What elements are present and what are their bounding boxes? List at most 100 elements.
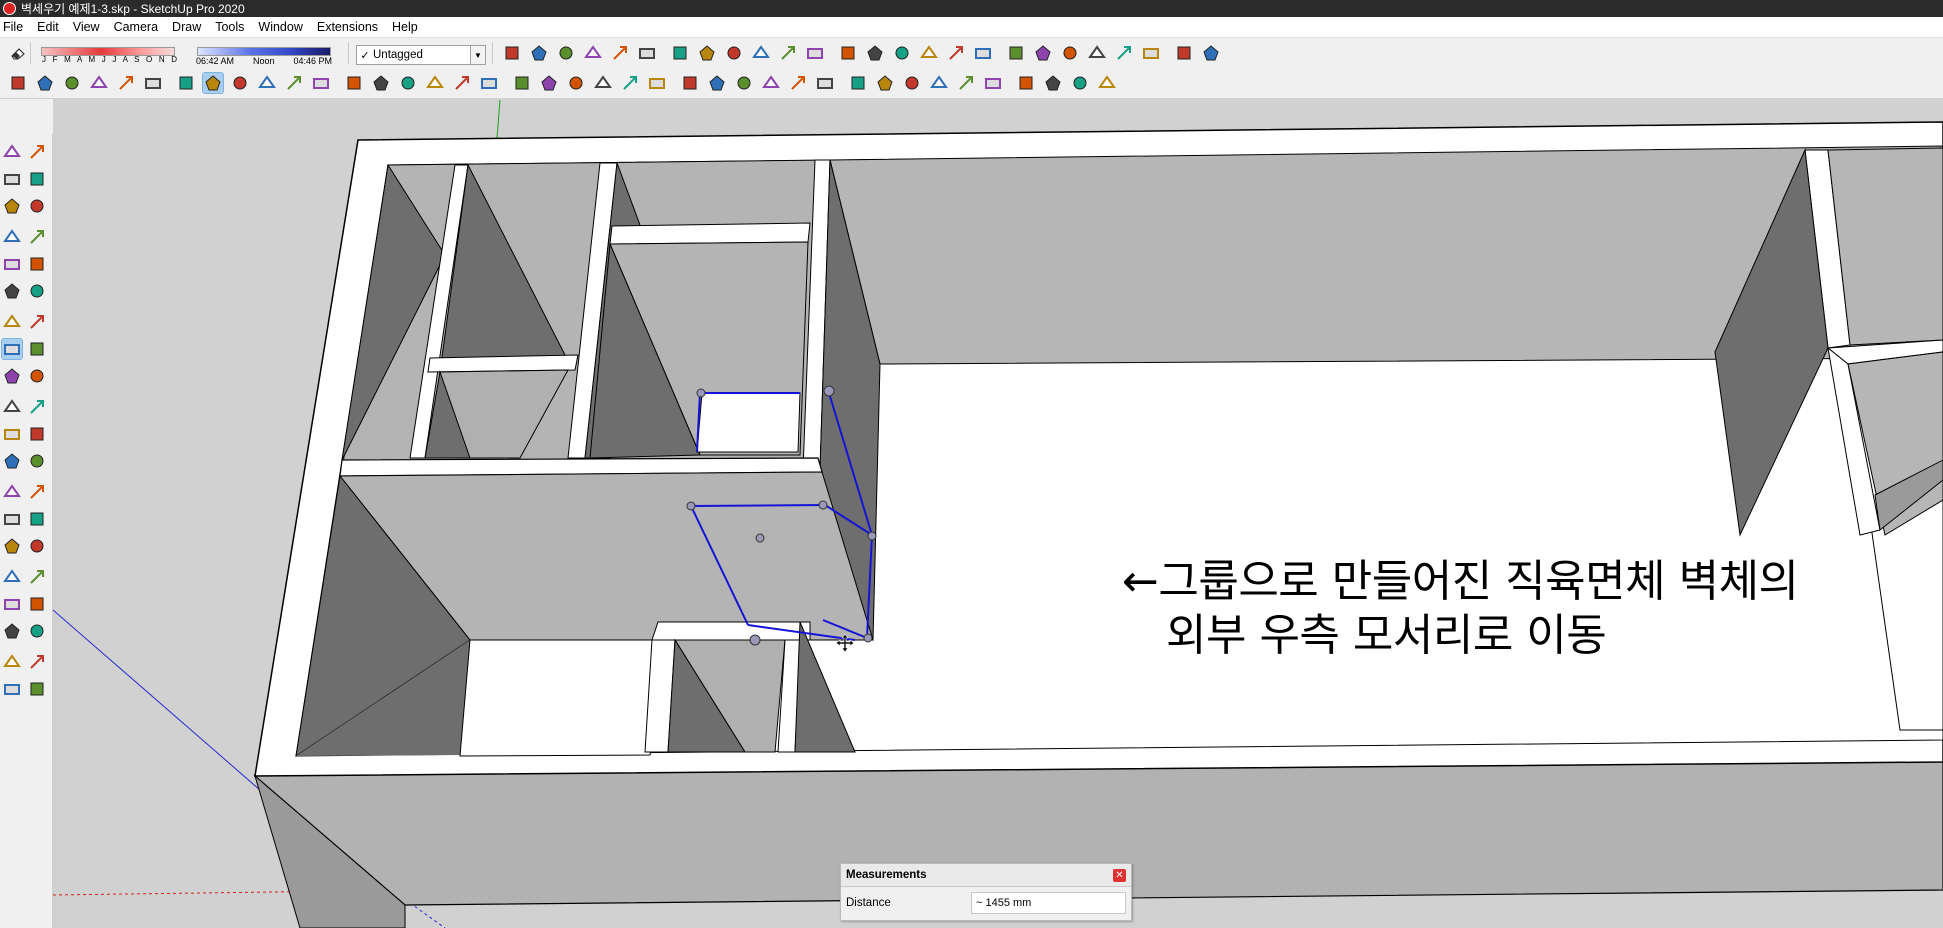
rotated-rectangle-icon[interactable]: [27, 227, 47, 247]
house-icon[interactable]: [647, 73, 667, 93]
push-pull-icon[interactable]: [27, 339, 47, 359]
menu-edit[interactable]: Edit: [30, 17, 66, 37]
back-edges-icon[interactable]: [637, 43, 657, 63]
warehouse-icon[interactable]: [1201, 43, 1221, 63]
eraser-icon[interactable]: [502, 43, 522, 63]
shaded-icon[interactable]: [724, 43, 744, 63]
pan-icon[interactable]: [1006, 43, 1026, 63]
polygon-icon[interactable]: [27, 254, 47, 274]
section-plane-icon[interactable]: [529, 43, 549, 63]
eraser-icon[interactable]: [35, 73, 55, 93]
offset-icon[interactable]: [27, 397, 47, 417]
extension-warehouse-icon[interactable]: [512, 73, 532, 93]
zoom-extents-icon[interactable]: [2, 567, 22, 587]
ruby-icon[interactable]: [539, 73, 559, 93]
paint-bucket-icon[interactable]: [2, 169, 22, 189]
text-icon[interactable]: [311, 73, 331, 93]
previous-view-icon[interactable]: [27, 567, 47, 587]
push-pull-icon[interactable]: [143, 73, 163, 93]
three-point-arc-icon[interactable]: [2, 312, 22, 332]
orbit-icon[interactable]: [371, 73, 391, 93]
menu-view[interactable]: View: [66, 17, 107, 37]
rotate-icon[interactable]: [2, 366, 22, 386]
zoom-window-icon[interactable]: [27, 536, 47, 556]
menu-file[interactable]: File: [0, 17, 30, 37]
tag-selector[interactable]: ✓ Untagged ▼: [356, 45, 486, 65]
door-icon[interactable]: [680, 73, 700, 93]
position-camera-icon[interactable]: [1114, 43, 1134, 63]
monochrome-icon[interactable]: [778, 43, 798, 63]
orbit-icon[interactable]: [2, 509, 22, 529]
walk-icon[interactable]: [1174, 43, 1194, 63]
scale-icon[interactable]: [257, 73, 277, 93]
display-section-cuts-icon[interactable]: [583, 43, 603, 63]
rectangle-icon[interactable]: [116, 73, 136, 93]
camera-icon[interactable]: [1097, 73, 1117, 93]
pencil-icon[interactable]: [62, 73, 82, 93]
ruby-icon[interactable]: [27, 679, 47, 699]
eraser-icon[interactable]: [27, 169, 47, 189]
extension-warehouse-icon[interactable]: [27, 652, 47, 672]
zoom-extents-icon[interactable]: [1087, 43, 1107, 63]
pan-icon[interactable]: [27, 509, 47, 529]
window-icon[interactable]: [707, 73, 727, 93]
layout-icon[interactable]: [902, 73, 922, 93]
back-view-icon[interactable]: [919, 43, 939, 63]
protractor-icon[interactable]: [2, 451, 22, 471]
menu-extensions[interactable]: Extensions: [310, 17, 385, 37]
fog-icon[interactable]: [1070, 73, 1090, 93]
tape-measure-icon[interactable]: [2, 424, 22, 444]
eraser-icon[interactable]: [8, 43, 28, 63]
follow-me-icon[interactable]: [176, 73, 196, 93]
subtract-icon[interactable]: [788, 73, 808, 93]
solid-tools-icon[interactable]: [734, 73, 754, 93]
freehand-icon[interactable]: [27, 196, 47, 216]
wireframe-icon[interactable]: [670, 43, 690, 63]
axes-icon[interactable]: [1016, 73, 1036, 93]
menu-tools[interactable]: Tools: [208, 17, 251, 37]
make-group-icon[interactable]: [620, 73, 640, 93]
model-viewport[interactable]: [53, 98, 1943, 928]
styles-icon[interactable]: [956, 73, 976, 93]
component-icon[interactable]: [593, 73, 613, 93]
make-component-icon[interactable]: [27, 142, 47, 162]
scale-icon[interactable]: [2, 397, 22, 417]
warehouse-icon[interactable]: [2, 652, 22, 672]
layout-icon[interactable]: [2, 679, 22, 699]
3d-text-icon[interactable]: [27, 482, 47, 502]
pie-icon[interactable]: [27, 312, 47, 332]
intersect-icon[interactable]: [848, 73, 868, 93]
two-point-arc-icon[interactable]: [27, 281, 47, 301]
select-icon[interactable]: [8, 73, 28, 93]
right-view-icon[interactable]: [892, 43, 912, 63]
circle-icon[interactable]: [2, 254, 22, 274]
menu-camera[interactable]: Camera: [107, 17, 165, 37]
text-icon[interactable]: [27, 451, 47, 471]
axes-icon[interactable]: [2, 482, 22, 502]
look-around-icon[interactable]: [27, 594, 47, 614]
xray-icon[interactable]: [610, 43, 630, 63]
shadow-time-slider[interactable]: 06:42 AM Noon 04:46 PM: [192, 42, 334, 66]
paint-bucket-icon[interactable]: [344, 73, 364, 93]
tape-measure-icon[interactable]: [284, 73, 304, 93]
zoom-icon[interactable]: [1033, 43, 1053, 63]
zoom-icon[interactable]: [2, 536, 22, 556]
menu-help[interactable]: Help: [385, 17, 425, 37]
line-icon[interactable]: [2, 196, 22, 216]
dimension-icon[interactable]: [27, 424, 47, 444]
orbit-icon[interactable]: [973, 43, 993, 63]
arc-icon[interactable]: [89, 73, 109, 93]
shaded-textures-icon[interactable]: [751, 43, 771, 63]
union-icon[interactable]: [761, 73, 781, 93]
shadows-icon[interactable]: [983, 73, 1003, 93]
sandbox-icon[interactable]: [479, 73, 499, 93]
menu-window[interactable]: Window: [251, 17, 309, 37]
left-view-icon[interactable]: [946, 43, 966, 63]
split-icon[interactable]: [875, 73, 895, 93]
zoom-extents-icon[interactable]: [452, 73, 472, 93]
trim-icon[interactable]: [815, 73, 835, 93]
profile-icon[interactable]: [566, 73, 586, 93]
move-icon[interactable]: [1, 338, 23, 360]
dynamic-component-icon[interactable]: [929, 73, 949, 93]
zoom-icon[interactable]: [425, 73, 445, 93]
